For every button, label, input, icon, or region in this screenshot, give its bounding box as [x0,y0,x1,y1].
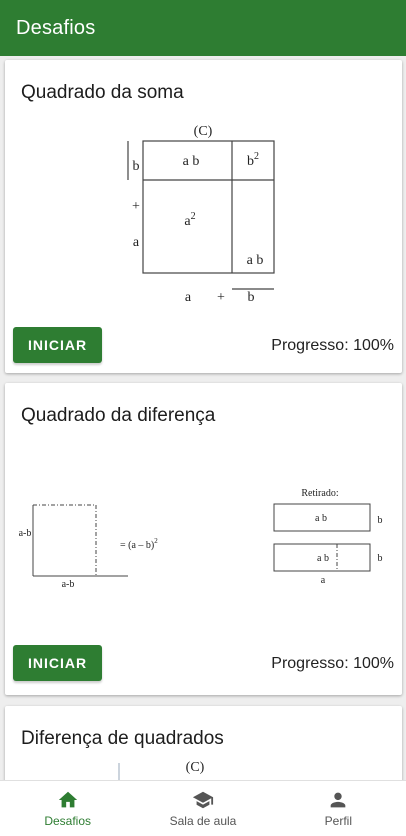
side-label: a-b [19,528,32,539]
bottom-label: a-b [62,579,75,590]
bottom-label-b: b [248,290,255,305]
removed-label: Retirado: [301,488,338,499]
rect1-side: b [378,515,383,526]
equation-exp: 2 [154,537,158,545]
svg-text:a2: a2 [184,211,195,229]
nav-label: Sala de aula [169,814,237,828]
figure-caption: (C) [194,124,213,139]
challenge-card-sum-square: Quadrado da soma (C) a b b2 a2 a b b + a… [5,60,402,373]
progress-text: Progresso: 100% [271,337,394,354]
cell-a2-exp: 2 [191,211,196,222]
nav-item-desafios[interactable]: Desafios [0,781,135,836]
bottom-label-plus: + [217,290,225,305]
bottom-label-a: a [185,290,192,305]
left-label-plus: + [132,199,140,214]
challenge-title: Diferença de quadrados [21,728,224,749]
rect1-label: a b [315,513,327,524]
person-icon [330,792,346,808]
app-bar: Desafios [0,0,406,56]
challenge-list[interactable]: Quadrado da soma (C) a b b2 a2 a b b + a… [0,56,406,780]
rect2-side: b [378,553,383,564]
challenge-title: Quadrado da soma [21,82,184,103]
nav-item-perfil[interactable]: Perfil [271,781,406,836]
cell-b2-exp: 2 [254,151,259,162]
sum-square-illustration: (C) a b b2 a2 a b b + a a + b [127,124,275,305]
challenge-card-difference-square: Quadrado da diferença a-b a-b = (a – b)2… [5,383,402,695]
difference-square-illustration: a-b a-b = (a – b)2 Retirado: a b b a b b… [19,488,383,590]
cell-b2-base: b [247,154,254,169]
difference-of-squares-illustration: (C) [118,760,205,780]
svg-text:b2: b2 [247,151,259,169]
school-icon [192,791,214,809]
start-button[interactable]: INICIAR [13,645,102,681]
cell-ab-right: a b [247,253,264,268]
page-title: Desafios [16,16,96,39]
figure-caption: (C) [186,760,205,775]
progress-text: Progresso: 100% [271,655,394,672]
nav-label: Desafios [44,814,91,828]
challenge-card-difference-of-squares: Diferença de quadrados (C) [5,706,402,780]
challenge-title: Quadrado da diferença [21,405,216,426]
equation-text: = (a – b) [120,540,154,551]
bottom-navigation: Desafios Sala de aula Perfil [0,780,406,836]
rect2-label: a b [317,553,329,564]
start-button[interactable]: INICIAR [13,327,102,363]
nav-item-sala-de-aula[interactable]: Sala de aula [135,781,270,836]
rect2-bottom: a [321,575,326,586]
cell-ab-top: a b [183,154,200,169]
nav-label: Perfil [324,814,352,828]
left-label-b: b [133,159,140,174]
left-label-a: a [133,235,140,250]
svg-text:= (a – b)2: = (a – b)2 [120,537,158,551]
home-icon [58,791,77,808]
